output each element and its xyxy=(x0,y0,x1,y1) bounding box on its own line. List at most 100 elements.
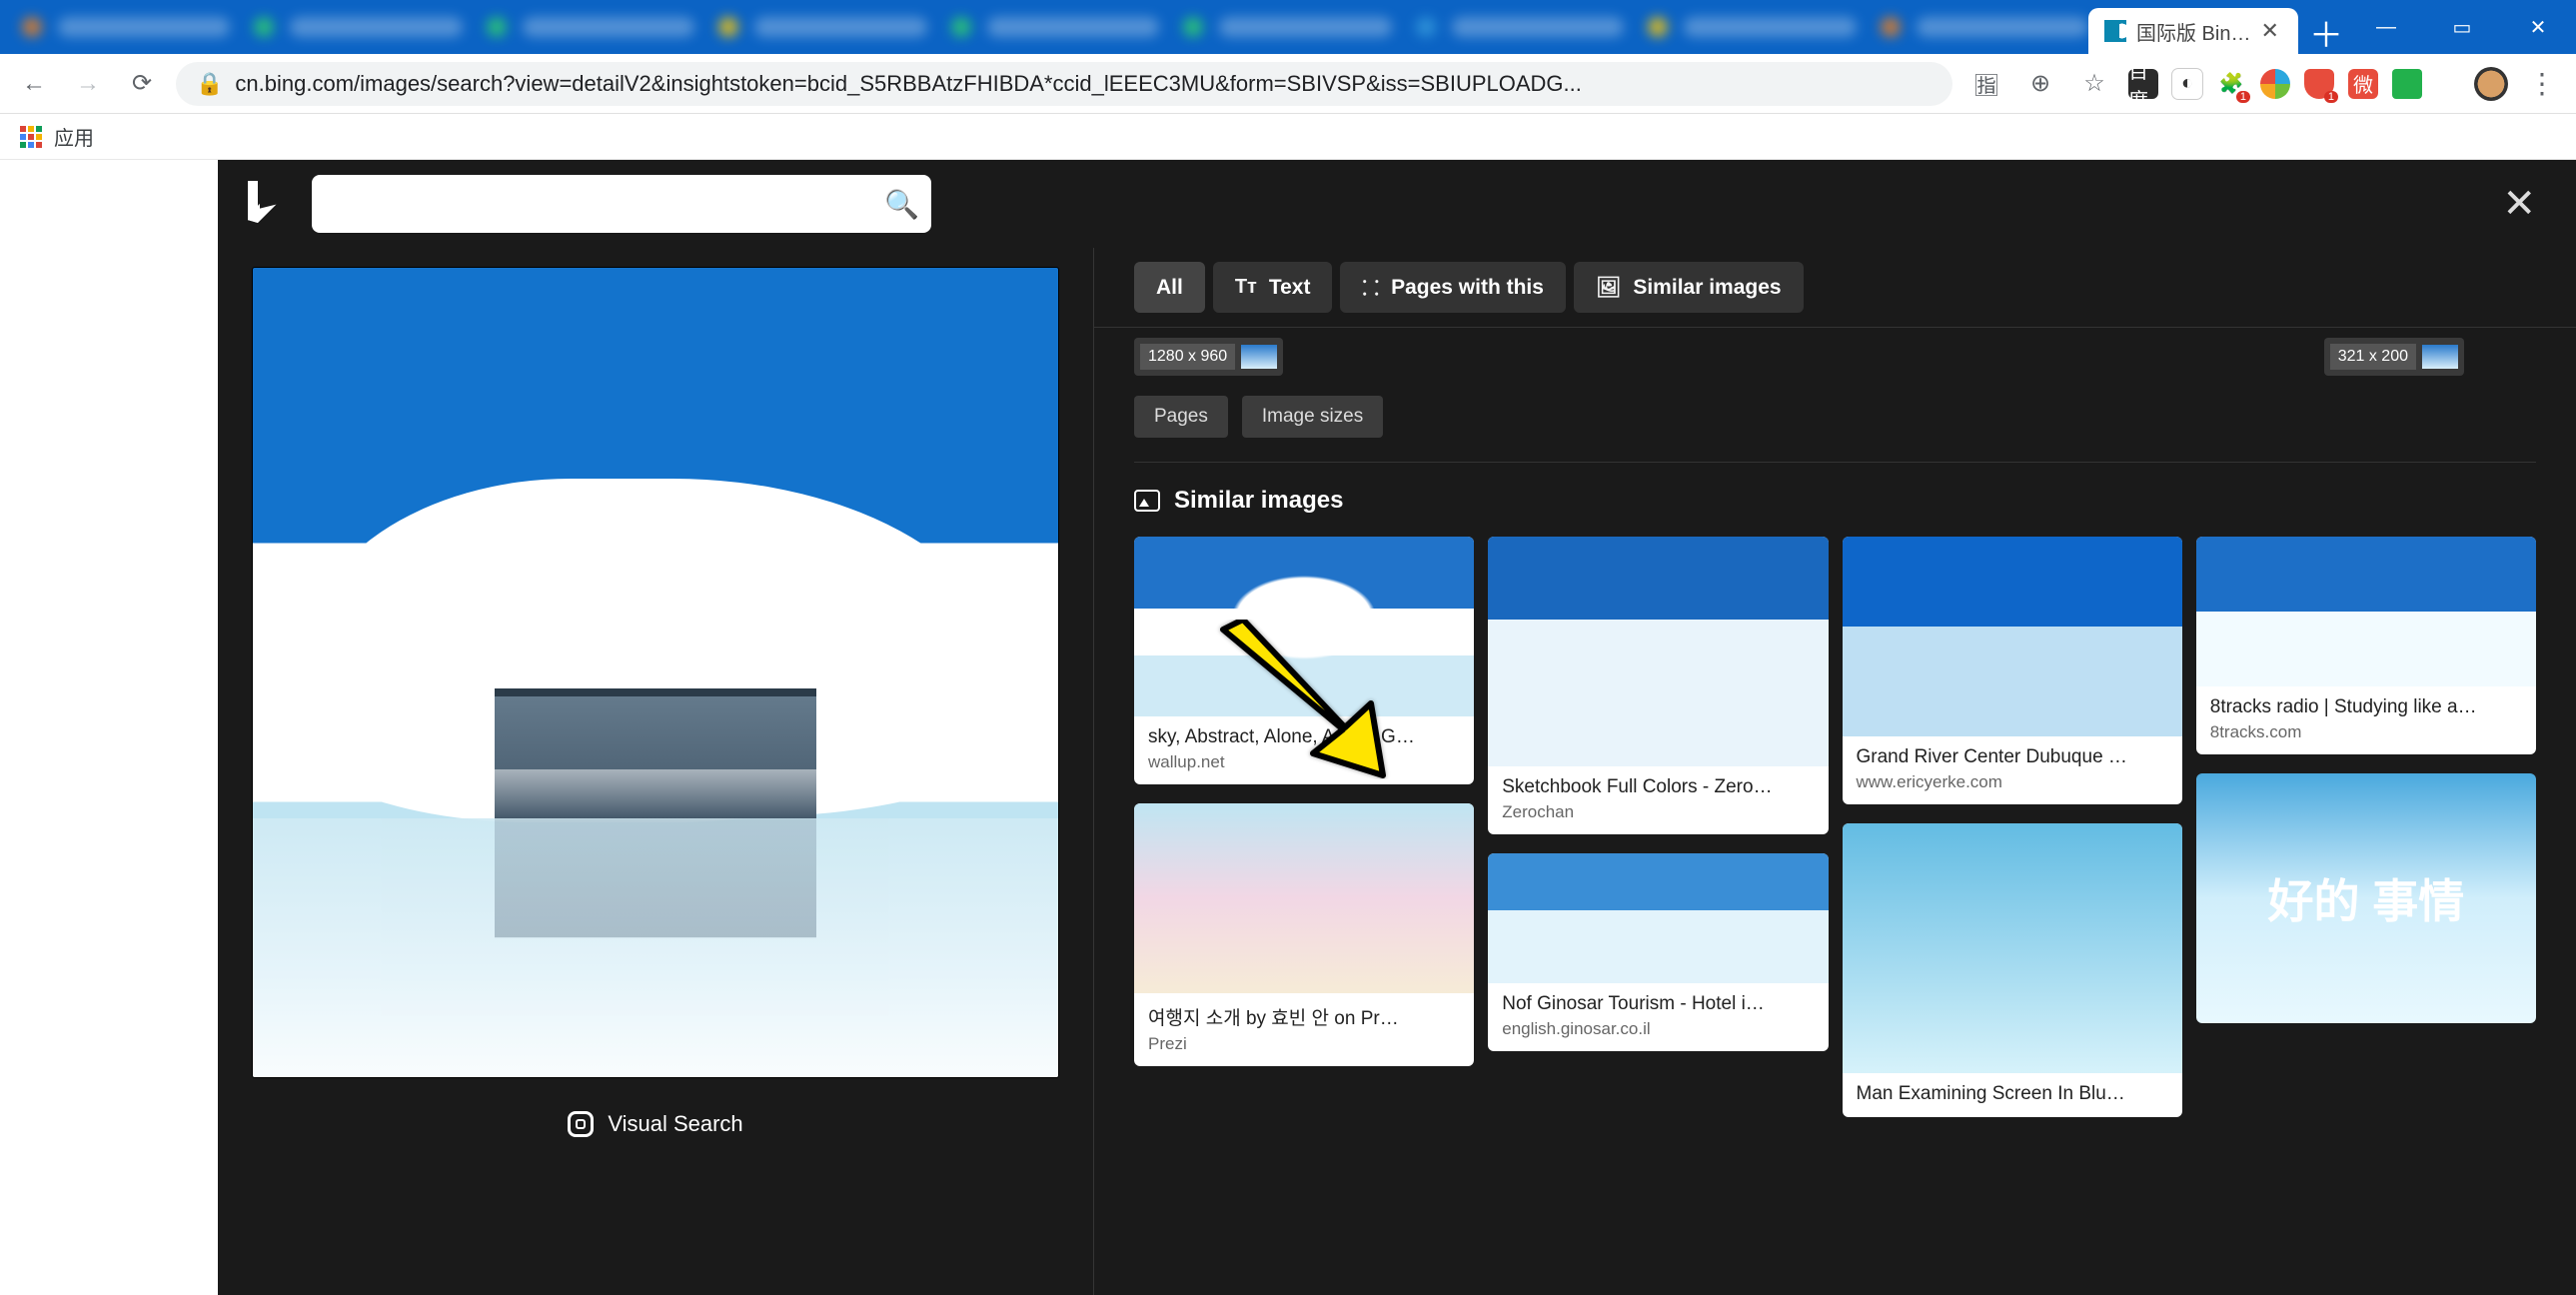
result-source: wallup.net xyxy=(1148,752,1460,772)
search-icon[interactable]: 🔍 xyxy=(884,188,919,221)
bookmarks-apps-label[interactable]: 应用 xyxy=(54,122,94,151)
chrome-menu-button[interactable]: ⋮ xyxy=(2522,64,2562,104)
result-thumb xyxy=(1843,537,2182,736)
result-thumb xyxy=(1488,537,1828,766)
left-gutter xyxy=(0,160,218,1295)
similar-icon: 🖼 xyxy=(1596,275,1621,300)
result-thumb xyxy=(1134,537,1474,716)
window-controls: — ▭ ✕ xyxy=(2348,0,2576,54)
address-bar: ← → ⟳ 🔒 cn.bing.com/images/search?view=d… xyxy=(0,54,2576,114)
extension-2-icon[interactable]: ◐ xyxy=(2172,69,2202,99)
nav-back-button[interactable]: ← xyxy=(14,64,54,104)
background-tabs-blurred xyxy=(10,0,2088,54)
similar-images-heading: Similar images xyxy=(1094,469,2576,529)
result-title: 여행지 소개 by 효빈 안 on Pr… xyxy=(1148,1003,1460,1030)
image-size-thumb xyxy=(2422,345,2458,369)
result-thumb xyxy=(1134,803,1474,993)
result-source: Zerochan xyxy=(1502,802,1814,822)
image-size-label: 1280 x 960 xyxy=(1140,344,1235,370)
image-size-label: 321 x 200 xyxy=(2330,344,2416,370)
window-maximize-button[interactable]: ▭ xyxy=(2424,0,2500,54)
nav-forward-button[interactable]: → xyxy=(68,64,108,104)
filter-tab-text[interactable]: Tᴛ Text xyxy=(1213,262,1333,313)
filter-tabs: All Tᴛ Text ⸬ Pages with this 🖼 Similar … xyxy=(1094,248,2576,328)
section-divider xyxy=(1134,462,2536,463)
new-tab-button[interactable]: ＋ xyxy=(2304,10,2348,54)
result-card[interactable]: Sketchbook Full Colors - Zero… Zerochan xyxy=(1488,537,1828,834)
section-title-label: Similar images xyxy=(1174,487,1343,515)
visual-search-icon xyxy=(568,1111,594,1137)
extension-3-icon[interactable]: 🧩 xyxy=(2216,69,2246,99)
window-close-button[interactable]: ✕ xyxy=(2500,0,2576,54)
translate-icon[interactable]: 🈯︎ xyxy=(1966,64,2006,104)
image-icon xyxy=(1134,490,1160,512)
pages-icon: ⸬ xyxy=(1362,274,1379,301)
bing-header: 🔍 ✕ xyxy=(218,160,2576,248)
result-card[interactable]: 8tracks radio | Studying like a… 8tracks… xyxy=(2196,537,2536,754)
extension-4-icon[interactable] xyxy=(2260,69,2290,99)
filter-tab-similar[interactable]: 🖼 Similar images xyxy=(1574,262,1804,313)
bing-image-detail: 🔍 ✕ Visual Search All xyxy=(218,160,2576,1295)
pill-image-sizes[interactable]: Image sizes xyxy=(1242,396,1383,438)
result-thumb xyxy=(2196,537,2536,686)
text-icon: Tᴛ xyxy=(1235,276,1257,299)
bing-search-box[interactable]: 🔍 xyxy=(312,175,931,233)
filter-tab-label: All xyxy=(1156,276,1183,300)
filter-tab-label: Similar images xyxy=(1633,276,1781,300)
extension-7-icon[interactable] xyxy=(2392,69,2422,99)
pill-row: Pages Image sizes xyxy=(1094,390,2576,462)
bing-logo-icon[interactable] xyxy=(248,181,288,227)
result-title: Sketchbook Full Colors - Zero… xyxy=(1502,776,1814,798)
result-title: Man Examining Screen In Blu… xyxy=(1857,1083,2168,1105)
main-image[interactable] xyxy=(253,268,1058,1077)
visual-search-button[interactable]: Visual Search xyxy=(568,1111,742,1137)
nav-reload-button[interactable]: ⟳ xyxy=(122,64,162,104)
extension-baidu-icon[interactable]: 百度 xyxy=(2128,69,2158,99)
omnibox-right-icons: 🈯︎ ⊕ ☆ 百度 ◐ 🧩 微 ⋮ xyxy=(1966,64,2562,104)
image-size-chip[interactable]: 1280 x 960 xyxy=(1134,338,1283,376)
pill-pages[interactable]: Pages xyxy=(1134,396,1228,438)
bookmarks-bar: 应用 xyxy=(0,114,2576,160)
main-image-column: Visual Search xyxy=(218,248,1093,1295)
result-title: Nof Ginosar Tourism - Hotel i… xyxy=(1502,993,1814,1015)
result-card[interactable]: sky, Abstract, Alone, Anime G… wallup.ne… xyxy=(1134,537,1474,784)
filter-tab-label: Text xyxy=(1269,276,1311,300)
result-source: Prezi xyxy=(1148,1034,1460,1054)
tab-strip: 国际版 Bin… ✕ ＋ — ▭ ✕ xyxy=(0,0,2576,54)
extension-5-icon[interactable] xyxy=(2304,69,2334,99)
image-size-thumb xyxy=(1241,345,1277,369)
result-card[interactable]: Man Examining Screen In Blu… xyxy=(1843,823,2182,1117)
result-thumb xyxy=(1843,823,2182,1073)
page-viewport: 🔍 ✕ Visual Search All xyxy=(0,160,2576,1295)
result-card[interactable]: Grand River Center Dubuque … www.ericyer… xyxy=(1843,537,2182,804)
star-icon[interactable]: ☆ xyxy=(2074,64,2114,104)
tab-close-icon[interactable]: ✕ xyxy=(2260,18,2278,44)
result-title: 8tracks radio | Studying like a… xyxy=(2210,696,2522,718)
extension-weibo-icon[interactable]: 微 xyxy=(2348,69,2378,99)
profile-avatar[interactable] xyxy=(2474,67,2508,101)
image-size-chip[interactable]: 321 x 200 xyxy=(2324,338,2464,376)
window-minimize-button[interactable]: — xyxy=(2348,0,2424,54)
address-text: cn.bing.com/images/search?view=detailV2&… xyxy=(235,71,1581,97)
result-source: 8tracks.com xyxy=(2210,722,2522,742)
results-panel[interactable]: All Tᴛ Text ⸬ Pages with this 🖼 Similar … xyxy=(1093,248,2576,1295)
result-title: Grand River Center Dubuque … xyxy=(1857,746,2168,768)
filter-tab-all[interactable]: All xyxy=(1134,262,1205,313)
bing-search-input[interactable] xyxy=(324,191,884,217)
apps-grid-icon[interactable] xyxy=(20,126,42,148)
result-source: english.ginosar.co.il xyxy=(1502,1019,1814,1039)
zoom-icon[interactable]: ⊕ xyxy=(2020,64,2060,104)
result-card[interactable]: Nof Ginosar Tourism - Hotel i… english.g… xyxy=(1488,853,1828,1051)
result-thumb: 好的 事情 xyxy=(2196,773,2536,1023)
filter-tab-pages[interactable]: ⸬ Pages with this xyxy=(1340,262,1565,313)
close-detail-button[interactable]: ✕ xyxy=(2502,181,2536,227)
visual-search-label: Visual Search xyxy=(608,1111,742,1137)
result-title: sky, Abstract, Alone, Anime G… xyxy=(1148,726,1460,748)
result-card[interactable]: 好的 事情 xyxy=(2196,773,2536,1023)
active-tab-title: 国际版 Bin… xyxy=(2136,17,2250,46)
similar-images-grid: sky, Abstract, Alone, Anime G… wallup.ne… xyxy=(1094,529,2576,1176)
active-tab[interactable]: 国际版 Bin… ✕ xyxy=(2088,8,2298,54)
result-thumb xyxy=(1488,853,1828,983)
address-omnibox[interactable]: 🔒 cn.bing.com/images/search?view=detailV… xyxy=(176,62,1952,106)
result-card[interactable]: 여행지 소개 by 효빈 안 on Pr… Prezi xyxy=(1134,803,1474,1066)
